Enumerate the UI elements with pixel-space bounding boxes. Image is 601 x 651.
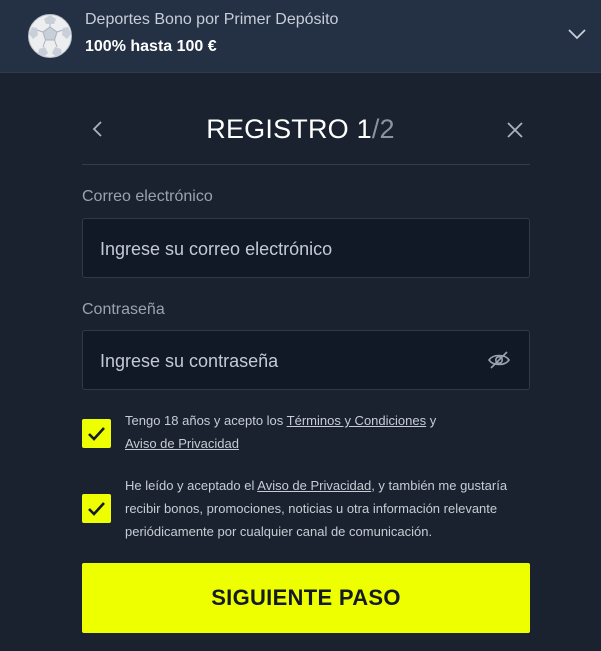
marketing-consent-text: He leído y aceptado el Aviso de Privacid… (125, 474, 515, 543)
step-current: 1 (356, 114, 372, 144)
email-label: Correo electrónico (82, 188, 213, 205)
eye-off-icon[interactable] (487, 349, 511, 371)
soccer-ball-icon (28, 14, 72, 58)
banner-title: Deportes Bono por Primer Depósito (85, 11, 339, 28)
next-step-button[interactable]: SIGUIENTE PASO (82, 563, 530, 633)
privacy-link-marketing[interactable]: Aviso de Privacidad (257, 478, 371, 493)
email-field[interactable] (98, 219, 482, 279)
step-total: /2 (371, 114, 395, 144)
header-divider (82, 164, 530, 165)
banner-subtitle: 100% hasta 100 € (85, 38, 217, 55)
marketing-consent-checkbox[interactable] (82, 494, 111, 523)
age-terms-text: Tengo 18 años y acepto los Términos y Co… (125, 409, 515, 455)
password-field-container (82, 330, 530, 391)
privacy-link[interactable]: Aviso de Privacidad (125, 436, 239, 451)
check-icon (88, 502, 105, 516)
title-text: REGISTRO (206, 114, 349, 144)
age-terms-checkbox[interactable] (82, 419, 111, 448)
bonus-banner[interactable]: Deportes Bono por Primer Depósito 100% h… (0, 0, 601, 73)
terms-link[interactable]: Términos y Condiciones (287, 413, 426, 428)
password-label: Contraseña (82, 301, 165, 318)
marketing-text-start: He leído y aceptado el (125, 478, 258, 493)
close-icon[interactable] (505, 120, 525, 140)
chevron-down-icon[interactable] (566, 26, 588, 42)
email-field-container (82, 218, 530, 279)
age-terms-text-start: Tengo 18 años y acepto los (125, 413, 287, 428)
check-icon (88, 427, 105, 441)
password-field[interactable] (98, 331, 482, 391)
age-terms-text-middle: y (426, 413, 437, 428)
